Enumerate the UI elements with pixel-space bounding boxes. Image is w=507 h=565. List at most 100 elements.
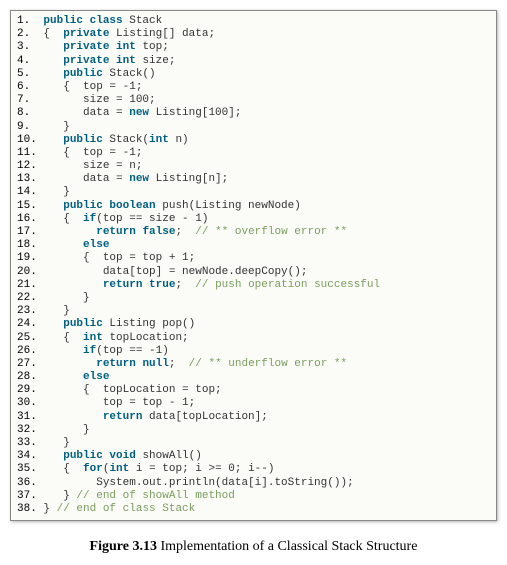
code-line: 9. } xyxy=(17,121,490,134)
code-text: data = xyxy=(37,173,129,185)
line-number: 4. xyxy=(17,55,30,68)
caption-label: Figure 3.13 xyxy=(90,539,157,554)
code-text: (top == size - 1) xyxy=(96,213,208,225)
code-line: 30. top = top - 1; xyxy=(17,397,490,410)
line-number: 26. xyxy=(17,345,37,358)
code-line: 6. { top = -1; xyxy=(17,81,490,94)
comment: // end of class Stack xyxy=(57,503,196,515)
line-number: 6. xyxy=(17,81,30,94)
code-line: 17. return false; // ** overflow error *… xyxy=(17,226,490,239)
keyword: if xyxy=(83,213,96,225)
line-number: 24. xyxy=(17,318,37,331)
code-line: 2. { private Listing[] data; xyxy=(17,28,490,41)
code-text: data[top] = newNode.deepCopy(); xyxy=(37,266,308,278)
line-number: 30. xyxy=(17,397,37,410)
code-text: ; xyxy=(169,358,189,370)
code-text xyxy=(37,318,63,330)
code-text: System.out.println(data[i].toString()); xyxy=(37,477,354,489)
code-line: 36. System.out.println(data[i].toString(… xyxy=(17,477,490,490)
code-text: Stack( xyxy=(103,134,149,146)
line-number: 36. xyxy=(17,477,37,490)
keyword: private int xyxy=(63,41,136,53)
code-text: data = xyxy=(30,107,129,119)
code-text: topLocation; xyxy=(103,332,189,344)
code-line: 34. public void showAll() xyxy=(17,450,490,463)
code-text: top; xyxy=(136,41,169,53)
line-number: 25. xyxy=(17,332,37,345)
line-number: 16. xyxy=(17,213,37,226)
code-text: ; xyxy=(175,226,195,238)
line-number: 10. xyxy=(17,134,37,147)
code-line: 33. } xyxy=(17,437,490,450)
code-line: 19. { top = top + 1; xyxy=(17,252,490,265)
code-text xyxy=(37,279,103,291)
code-text xyxy=(37,239,83,251)
code-line: 37. } // end of showAll method xyxy=(17,490,490,503)
line-number: 5. xyxy=(17,68,30,81)
code-text: { xyxy=(37,213,83,225)
code-text: } xyxy=(37,437,70,449)
code-text xyxy=(37,226,96,238)
code-text: Stack() xyxy=(103,68,156,80)
keyword: if xyxy=(83,345,96,357)
code-line: 25. { int topLocation; xyxy=(17,332,490,345)
code-line: 18. else xyxy=(17,239,490,252)
code-line: 29. { topLocation = top; xyxy=(17,384,490,397)
code-text: } xyxy=(37,186,70,198)
code-text: size; xyxy=(136,55,176,67)
code-text: { xyxy=(37,463,83,475)
keyword: private xyxy=(63,28,109,40)
line-number: 17. xyxy=(17,226,37,239)
keyword: int xyxy=(109,463,129,475)
code-text: Listing pop() xyxy=(103,318,195,330)
line-number: 1. xyxy=(17,15,30,28)
line-number: 20. xyxy=(17,266,37,279)
line-number: 32. xyxy=(17,424,37,437)
code-text: } xyxy=(37,490,77,502)
line-number: 9. xyxy=(17,121,30,134)
code-text: data[topLocation]; xyxy=(142,411,267,423)
code-text: size = 100; xyxy=(30,94,155,106)
code-text xyxy=(37,358,96,370)
code-text: push(Listing newNode) xyxy=(156,200,301,212)
code-text xyxy=(37,345,83,357)
code-text: showAll() xyxy=(136,450,202,462)
keyword: return null xyxy=(96,358,169,370)
code-line: 5. public Stack() xyxy=(17,68,490,81)
code-line: 12. size = n; xyxy=(17,160,490,173)
code-text: Listing[] data; xyxy=(109,28,215,40)
code-line: 35. { for(int i = top; i >= 0; i--) xyxy=(17,463,490,476)
code-text: Listing[100]; xyxy=(149,107,241,119)
code-text: i = top; i >= 0; i--) xyxy=(129,463,274,475)
keyword: else xyxy=(83,239,109,251)
line-number: 7. xyxy=(17,94,30,107)
code-listing: 1. public class Stack2. { private Listin… xyxy=(10,10,497,521)
code-line: 15. public boolean push(Listing newNode) xyxy=(17,200,490,213)
figure-caption: Figure 3.13 Implementation of a Classica… xyxy=(10,539,497,555)
comment: // ** underflow error ** xyxy=(189,358,347,370)
code-line: 4. private int size; xyxy=(17,55,490,68)
code-line: 38. } // end of class Stack xyxy=(17,503,490,516)
line-number: 21. xyxy=(17,279,37,292)
line-number: 22. xyxy=(17,292,37,305)
code-text: { top = top + 1; xyxy=(37,252,195,264)
line-number: 14. xyxy=(17,186,37,199)
code-line: 8. data = new Listing[100]; xyxy=(17,107,490,120)
keyword: for xyxy=(83,463,103,475)
line-number: 23. xyxy=(17,305,37,318)
code-text: { xyxy=(37,332,83,344)
code-line: 14. } xyxy=(17,186,490,199)
line-number: 33. xyxy=(17,437,37,450)
code-text xyxy=(37,134,63,146)
keyword: private int xyxy=(63,55,136,67)
code-line: 11. { top = -1; xyxy=(17,147,490,160)
line-number: 11. xyxy=(17,147,37,160)
line-number: 27. xyxy=(17,358,37,371)
line-number: 31. xyxy=(17,411,37,424)
code-text: } xyxy=(30,121,70,133)
code-line: 23. } xyxy=(17,305,490,318)
caption-text: Implementation of a Classical Stack Stru… xyxy=(157,539,417,554)
code-line: 1. public class Stack xyxy=(17,15,490,28)
comment: // end of showAll method xyxy=(76,490,234,502)
code-line: 16. { if(top == size - 1) xyxy=(17,213,490,226)
